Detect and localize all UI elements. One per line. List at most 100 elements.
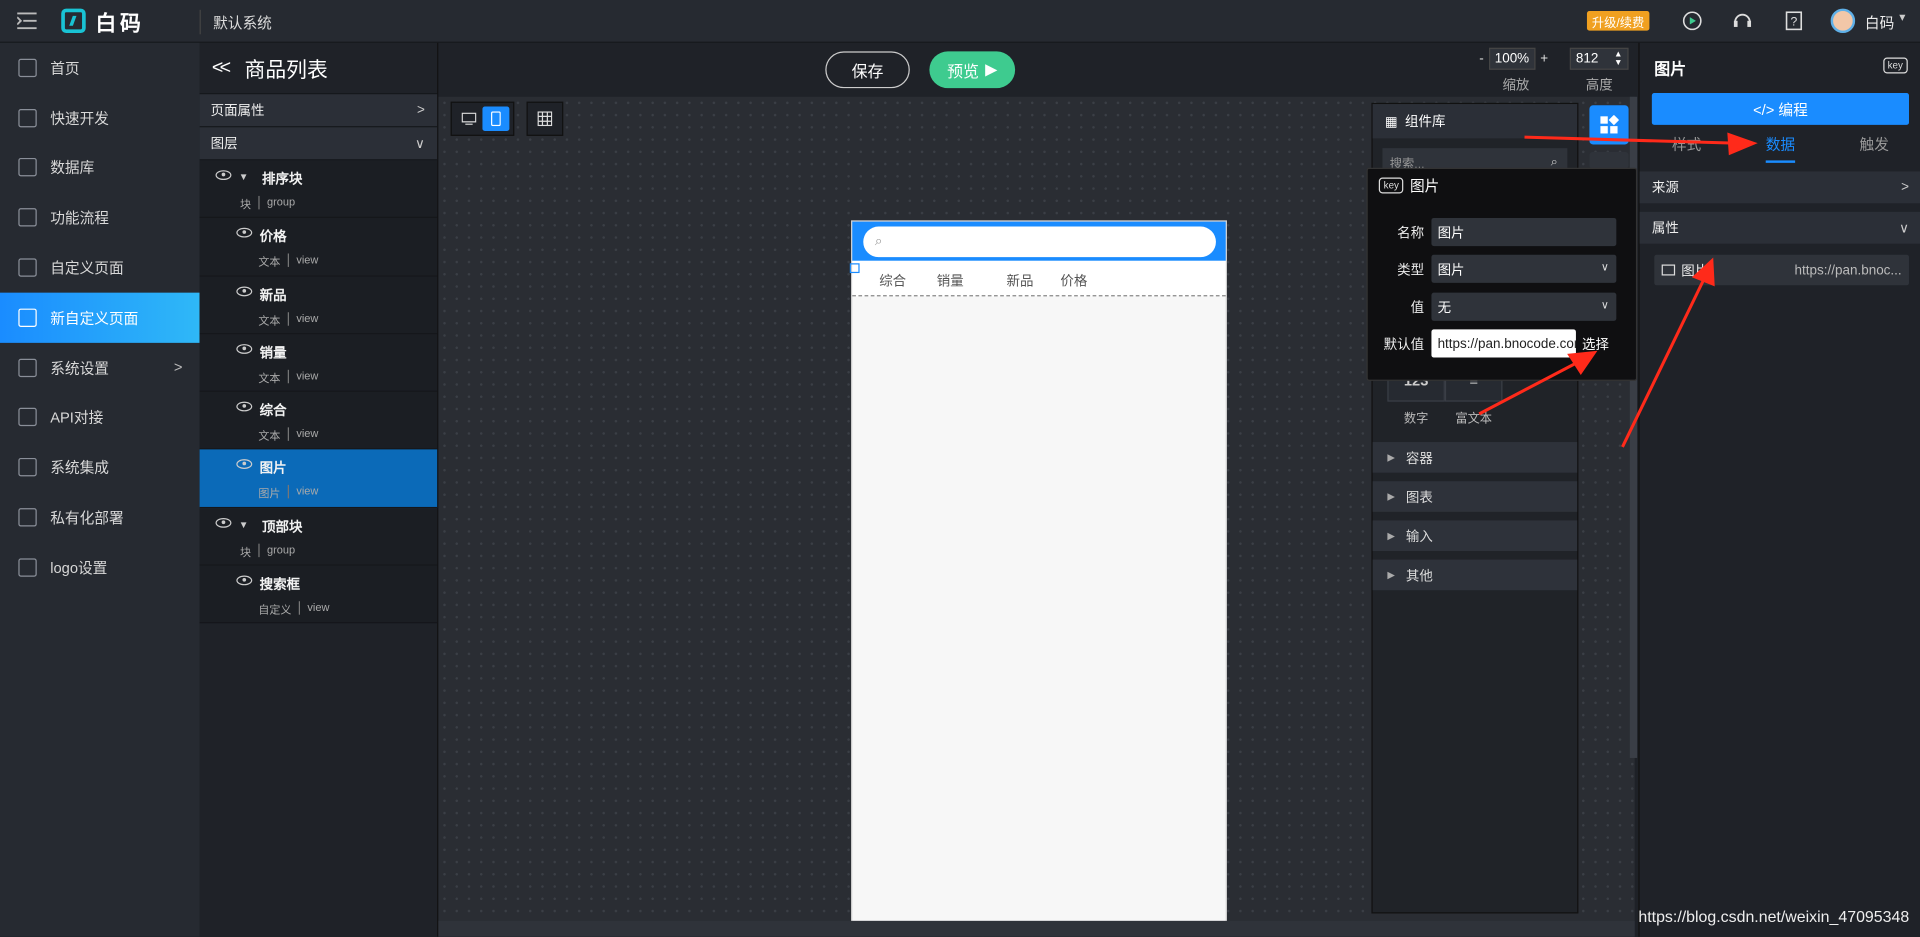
value-select[interactable]: 无 ∨ [1431, 292, 1617, 321]
tab-data[interactable]: 数据 [1765, 133, 1796, 163]
mobile-icon[interactable] [482, 106, 510, 132]
choose-button[interactable]: 选择 [1582, 334, 1609, 354]
zoom-plus-button[interactable]: + [1540, 51, 1548, 66]
sidebar-item[interactable]: 自定义页面 [0, 243, 200, 293]
eye-icon[interactable] [236, 575, 253, 586]
sidebar-item-label: 新自定义页面 [50, 309, 139, 327]
tab-xiaoliang[interactable]: 销量 [937, 271, 964, 291]
tab-style[interactable]: 样式 [1672, 133, 1701, 162]
key-badge[interactable]: key [1882, 57, 1908, 74]
nav-icon [18, 258, 37, 277]
layer-item[interactable]: 图片 图片 view [199, 449, 438, 508]
source-section[interactable]: 来源 > [1639, 171, 1920, 204]
horizontal-scrollbar[interactable] [438, 920, 1635, 937]
layer-item[interactable]: 销量 文本 view [199, 334, 438, 393]
chevron-down-icon[interactable]: ▾ [1899, 11, 1905, 24]
tab-xinpin[interactable]: 新品 [1007, 271, 1034, 291]
sidebar-item[interactable]: API对接 [0, 393, 200, 443]
layer-kind-label: view [296, 427, 319, 440]
top-bar: 白码 默认系统 升级/续费 ? 白码 ▾ [0, 0, 1920, 43]
nav-icon [18, 158, 37, 177]
caret-down-icon[interactable]: ▼ [239, 519, 249, 530]
search-icon[interactable]: ⌕ [1551, 155, 1558, 168]
complib-section-other[interactable]: ▶ 其他 [1372, 559, 1578, 591]
upgrade-button[interactable]: 升级/续费 [1586, 11, 1650, 31]
number-component-label: 数字 [1403, 412, 1429, 427]
sidebar-item[interactable]: 系统设置 > [0, 343, 200, 393]
selection-handle-icon[interactable] [849, 263, 860, 274]
layer-item[interactable]: 搜索框 自定义 view [199, 565, 438, 624]
name-field[interactable]: 图片 [1431, 217, 1617, 247]
layer-name: 搜索框 [259, 578, 301, 593]
menu-fold-icon[interactable] [17, 12, 37, 30]
stepper-icon[interactable]: ▲ ▼ [1614, 50, 1622, 67]
sidebar-item[interactable]: 功能流程 [0, 193, 200, 243]
complib-section-input[interactable]: ▶ 输入 [1372, 520, 1578, 552]
page-header: << 商品列表 [199, 43, 438, 95]
sidebar-item[interactable]: 首页 [0, 43, 200, 93]
back-icon[interactable]: << [212, 57, 231, 79]
system-name[interactable]: 默认系统 [213, 12, 272, 33]
height-label: 高度 [1585, 78, 1613, 94]
type-select[interactable]: 图片 ∨ [1431, 254, 1617, 283]
headset-icon[interactable] [1731, 10, 1753, 32]
sidebar-item[interactable]: logo设置 [0, 542, 200, 592]
complib-section-chart[interactable]: ▶ 图表 [1372, 481, 1578, 512]
avatar[interactable] [1830, 8, 1856, 34]
layer-item[interactable]: 综合 文本 view [199, 392, 438, 450]
props-section[interactable]: 属性 ∨ [1639, 211, 1920, 244]
eye-icon[interactable] [215, 517, 232, 528]
chevron-right-icon: > [1901, 180, 1909, 195]
eye-icon[interactable] [215, 170, 232, 181]
layer-name: 销量 [259, 346, 287, 362]
phone-preview[interactable]: ⌕ 综合 销量 新品 价格 [849, 220, 1227, 925]
sidebar-item[interactable]: 快速开发 [0, 93, 200, 143]
sidebar-item[interactable]: 私有化部署 [0, 492, 200, 542]
popup-type-row: 类型 图片 ∨ [1368, 254, 1639, 283]
divider [287, 485, 290, 499]
grid-icon[interactable] [531, 107, 558, 131]
layer-item[interactable]: 价格 文本 view [199, 218, 438, 277]
play-icon[interactable] [1681, 10, 1703, 32]
properties-panel: 图片 key </> 编程 样式 数据 触发 来源 > 属性 ∨ 图片 https:… [1638, 42, 1920, 937]
tab-zonghe[interactable]: 综合 [879, 271, 906, 291]
nav-icon [18, 108, 37, 127]
zoom-minus-button[interactable]: - [1479, 51, 1483, 66]
desktop-icon[interactable] [456, 107, 483, 131]
tab-trigger[interactable]: 触发 [1860, 133, 1889, 162]
layer-type-label: 文本 [258, 430, 281, 443]
eye-icon[interactable] [236, 401, 253, 412]
help-icon[interactable]: ? [1783, 10, 1805, 32]
layer-item[interactable]: 新品 文本 view [199, 276, 438, 335]
sidebar-item[interactable]: 系统集成 [0, 443, 200, 493]
user-name[interactable]: 白码 [1865, 12, 1894, 33]
height-input[interactable]: 812 ▲ ▼ [1569, 47, 1629, 70]
zoom-input[interactable]: 100% [1488, 47, 1536, 70]
divider [287, 253, 290, 268]
phone-search-box[interactable]: ⌕ [862, 225, 1216, 257]
layer-type-label: 文本 [258, 256, 281, 269]
save-button[interactable]: 保存 [825, 51, 910, 89]
page-props-section[interactable]: 页面属性 > [199, 94, 438, 128]
sidebar-item[interactable]: 新自定义页面 [0, 292, 200, 343]
components-tab-icon[interactable] [1589, 105, 1629, 145]
default-value-field[interactable]: https://pan.bnocode.com [1431, 329, 1576, 358]
layer-kind-label: group [266, 195, 296, 209]
image-property-row[interactable]: 图片 https://pan.bnoc... [1654, 254, 1909, 286]
layers-section[interactable]: 图层 ∨ [199, 127, 438, 161]
layer-item[interactable]: ▼ 排序块块 group [199, 160, 438, 219]
tab-jiage[interactable]: 价格 [1060, 271, 1087, 291]
sidebar-item[interactable]: 数据库 [0, 143, 200, 193]
complib-section-container[interactable]: ▶ 容器 [1372, 442, 1578, 473]
code-button[interactable]: </> 编程 [1651, 93, 1909, 125]
layer-name: 图片 [259, 462, 287, 477]
eye-icon[interactable] [236, 343, 253, 354]
caret-down-icon[interactable]: ▼ [239, 171, 249, 182]
eye-icon[interactable] [236, 459, 253, 470]
layer-item[interactable]: ▼ 顶部块块 group [199, 507, 438, 566]
secondary-tab-icon[interactable] [1589, 151, 1629, 169]
eye-icon[interactable] [236, 286, 253, 296]
eye-icon[interactable] [236, 228, 253, 238]
preview-button[interactable]: 预览 ▶ [929, 51, 1016, 89]
image-icon [1661, 264, 1676, 276]
